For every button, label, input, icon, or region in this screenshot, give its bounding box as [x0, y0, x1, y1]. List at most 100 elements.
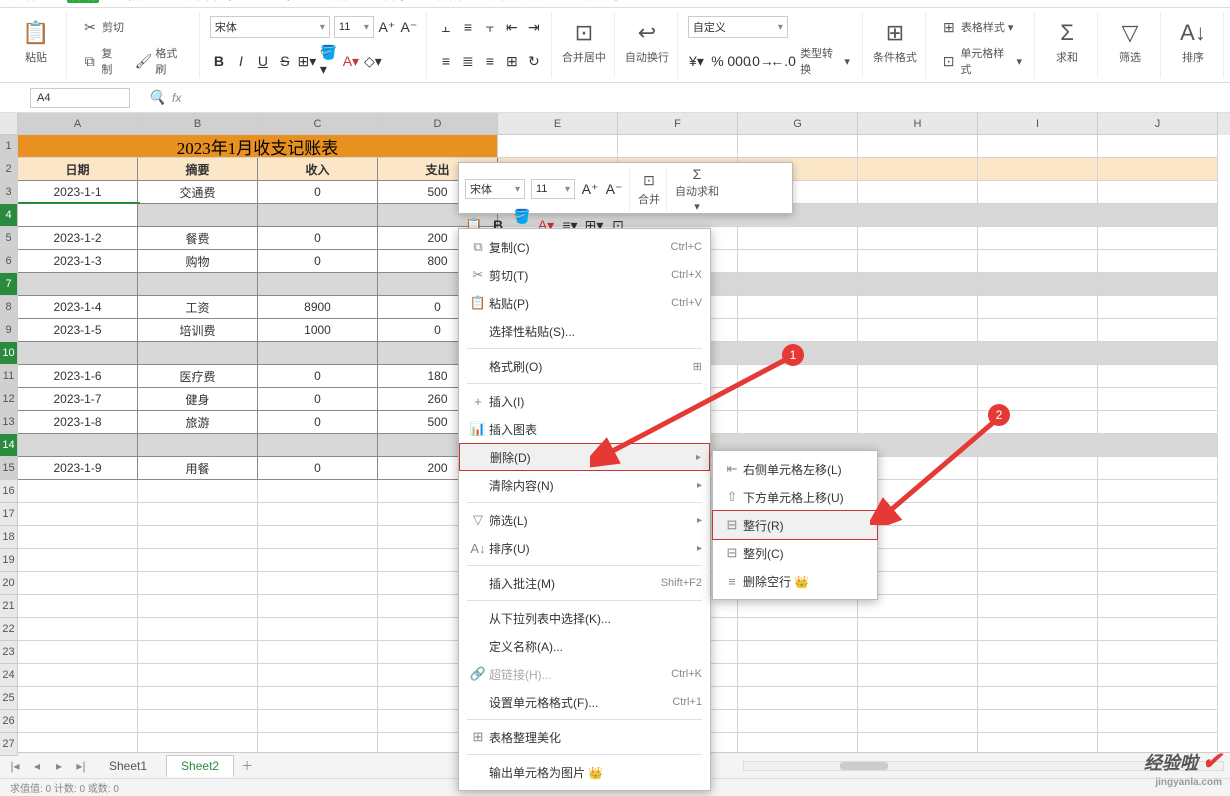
- align-top-icon[interactable]: ⫠: [437, 18, 455, 36]
- cell[interactable]: 旅游: [138, 411, 258, 434]
- mini-font-select[interactable]: 宋体: [465, 179, 525, 199]
- cell[interactable]: [738, 664, 858, 687]
- cell[interactable]: [258, 664, 378, 687]
- cell[interactable]: [1098, 204, 1218, 227]
- cell[interactable]: [738, 733, 858, 752]
- cell[interactable]: [1098, 641, 1218, 664]
- cell[interactable]: [858, 204, 978, 227]
- row-header[interactable]: 9: [0, 319, 18, 342]
- cell[interactable]: [858, 273, 978, 296]
- col-header-J[interactable]: J: [1098, 113, 1218, 135]
- submenu-item[interactable]: ⇧下方单元格上移(U): [713, 483, 877, 511]
- cell[interactable]: 2023-1-7: [18, 388, 138, 411]
- wrap-text-button[interactable]: ↩自动换行: [625, 12, 669, 72]
- cell[interactable]: 8900: [258, 296, 378, 319]
- cell[interactable]: 购物: [138, 250, 258, 273]
- cell[interactable]: 2023-1-8: [18, 411, 138, 434]
- tab-view[interactable]: 视图: [433, 0, 465, 3]
- submenu-item[interactable]: ⇤右侧单元格左移(L): [713, 455, 877, 483]
- context-menu-item[interactable]: 选择性粘贴(S)...: [459, 317, 710, 345]
- context-menu-item[interactable]: 📊插入图表: [459, 415, 710, 443]
- cell[interactable]: [1098, 572, 1218, 595]
- cell[interactable]: 2023-1-1: [18, 181, 138, 204]
- orientation-icon[interactable]: ↻: [525, 52, 543, 70]
- format-painter-button[interactable]: 🖌格式刷: [131, 43, 191, 79]
- cell[interactable]: [738, 319, 858, 342]
- cell[interactable]: 2023-1-2: [18, 227, 138, 250]
- row-header[interactable]: 20: [0, 572, 18, 595]
- cell[interactable]: [738, 135, 858, 158]
- cell[interactable]: [18, 342, 138, 365]
- cell[interactable]: [18, 687, 138, 710]
- cell[interactable]: [858, 227, 978, 250]
- font-name-select[interactable]: 宋体: [210, 16, 330, 38]
- cell[interactable]: [258, 503, 378, 526]
- cell[interactable]: [258, 204, 378, 227]
- context-menu-item[interactable]: ✂剪切(T)Ctrl+X: [459, 261, 710, 289]
- cell-style-button[interactable]: ⊡单元格样式▾: [936, 43, 1026, 79]
- cell[interactable]: [738, 388, 858, 411]
- cell[interactable]: 0: [258, 227, 378, 250]
- col-header-A[interactable]: A: [18, 113, 138, 135]
- row-header[interactable]: 15: [0, 457, 18, 480]
- mini-dec-font-icon[interactable]: A⁻: [605, 180, 623, 198]
- context-menu-item[interactable]: 插入批注(M)Shift+F2: [459, 569, 710, 597]
- tab-formula[interactable]: 公式: [262, 0, 294, 3]
- number-format-select[interactable]: 自定义: [688, 16, 788, 38]
- cell[interactable]: [858, 641, 978, 664]
- tab-layout[interactable]: 页面布局: [181, 0, 237, 3]
- cell[interactable]: [978, 480, 1098, 503]
- cell[interactable]: 1000: [258, 319, 378, 342]
- cell[interactable]: [1098, 687, 1218, 710]
- strikethrough-icon[interactable]: S: [276, 52, 294, 70]
- cell[interactable]: [258, 549, 378, 572]
- cell[interactable]: [18, 641, 138, 664]
- cell[interactable]: [1098, 319, 1218, 342]
- cell[interactable]: [138, 526, 258, 549]
- tab-dev[interactable]: 开发工具: [490, 0, 546, 3]
- cell[interactable]: [138, 342, 258, 365]
- cell[interactable]: [258, 641, 378, 664]
- cell[interactable]: [1098, 411, 1218, 434]
- context-menu-item[interactable]: +插入(I): [459, 387, 710, 415]
- cell[interactable]: [138, 595, 258, 618]
- cell[interactable]: [138, 503, 258, 526]
- row-header[interactable]: 8: [0, 296, 18, 319]
- cell[interactable]: [18, 480, 138, 503]
- row-header[interactable]: 22: [0, 618, 18, 641]
- cell[interactable]: [1098, 710, 1218, 733]
- align-bottom-icon[interactable]: ⫟: [481, 18, 499, 36]
- paste-button[interactable]: 📋 粘贴: [14, 12, 58, 72]
- cell[interactable]: [138, 434, 258, 457]
- cell[interactable]: [978, 572, 1098, 595]
- cell[interactable]: [618, 135, 738, 158]
- cell[interactable]: [1098, 457, 1218, 480]
- cell[interactable]: 培训费: [138, 319, 258, 342]
- context-menu-item[interactable]: ▽筛选(L)▸: [459, 506, 710, 534]
- col-header-C[interactable]: C: [258, 113, 378, 135]
- cell[interactable]: 收入: [258, 158, 378, 181]
- cell[interactable]: [978, 733, 1098, 752]
- cell[interactable]: [738, 250, 858, 273]
- cell[interactable]: [258, 595, 378, 618]
- cell[interactable]: [738, 687, 858, 710]
- col-header-H[interactable]: H: [858, 113, 978, 135]
- cell[interactable]: [1098, 503, 1218, 526]
- cell[interactable]: [858, 365, 978, 388]
- cell[interactable]: [978, 204, 1098, 227]
- cell[interactable]: 2023-1-5: [18, 319, 138, 342]
- cell[interactable]: [18, 434, 138, 457]
- cell[interactable]: [18, 664, 138, 687]
- mini-size-select[interactable]: 11: [531, 179, 575, 199]
- cell[interactable]: [978, 526, 1098, 549]
- cell[interactable]: [138, 664, 258, 687]
- row-header[interactable]: 12: [0, 388, 18, 411]
- cell[interactable]: [18, 204, 138, 227]
- cell[interactable]: [138, 480, 258, 503]
- cell[interactable]: [978, 595, 1098, 618]
- col-header-E[interactable]: E: [498, 113, 618, 135]
- cell[interactable]: [978, 710, 1098, 733]
- cell[interactable]: [858, 687, 978, 710]
- fill-color-icon[interactable]: 🪣▾: [320, 52, 338, 70]
- cell[interactable]: [738, 641, 858, 664]
